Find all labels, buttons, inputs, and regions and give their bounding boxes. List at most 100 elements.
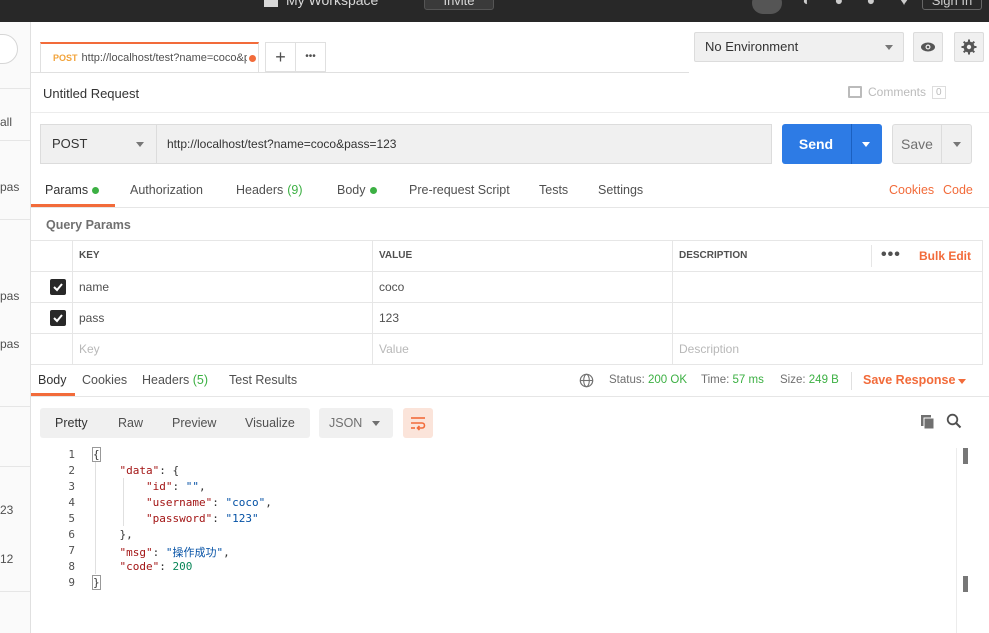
- wrap-lines-button[interactable]: [403, 408, 433, 438]
- response-body-viewer[interactable]: 1 2 3 4 5 6 7 8 9 { "data": { "id": "", …: [31, 447, 956, 598]
- manage-environments-button[interactable]: [954, 32, 984, 62]
- row-checkbox-cell: [31, 272, 72, 302]
- environment-select[interactable]: No Environment: [694, 32, 904, 62]
- tab-headers[interactable]: Headers (9): [236, 183, 303, 197]
- column-header-description: DESCRIPTION ••• Bulk Edit: [672, 241, 983, 271]
- response-tab-headers[interactable]: Headers (5): [142, 373, 208, 387]
- search-icon[interactable]: [946, 413, 962, 429]
- format-preview[interactable]: Preview: [172, 408, 216, 438]
- tab-body-label: Body: [337, 183, 366, 197]
- line-number: 2: [68, 464, 75, 477]
- signin-button[interactable]: Sign In: [922, 0, 982, 10]
- method-selected: POST: [52, 136, 88, 151]
- sidebar-fragment[interactable]: pas: [0, 289, 19, 303]
- more-options-icon[interactable]: •••: [881, 241, 901, 269]
- capture-icon[interactable]: ◐: [796, 0, 818, 12]
- new-tab-button[interactable]: +: [266, 43, 296, 71]
- workspace-switcher[interactable]: My Workspace: [264, 0, 378, 8]
- settings-wrench-icon[interactable]: ●: [828, 0, 850, 12]
- sidebar-divider: [0, 406, 30, 407]
- format-raw[interactable]: Raw: [118, 408, 143, 438]
- environment-quicklook-button[interactable]: [913, 32, 943, 62]
- sidebar-fragment[interactable]: 23: [0, 503, 13, 517]
- tab-tests[interactable]: Tests: [539, 183, 568, 197]
- bulk-edit-link[interactable]: Bulk Edit: [919, 241, 971, 271]
- sidebar-fragment[interactable]: pas: [0, 337, 19, 351]
- tab-more-button[interactable]: •••: [296, 43, 325, 71]
- body-active-dot-icon: [369, 186, 377, 194]
- format-pretty[interactable]: Pretty: [55, 408, 88, 438]
- url-input[interactable]: http://localhost/test?name=coco&pass=123: [156, 124, 772, 164]
- tab-settings[interactable]: Settings: [598, 183, 643, 197]
- param-key[interactable]: name: [72, 272, 372, 302]
- tab-authorization-label: Authorization: [130, 183, 203, 197]
- status-label: Status:: [609, 374, 645, 386]
- sync-icon[interactable]: [752, 0, 782, 14]
- param-value[interactable]: coco: [372, 272, 672, 302]
- status-indicator[interactable]: Status: 200 OK: [609, 374, 687, 386]
- copy-icon[interactable]: [920, 414, 936, 430]
- chevron-down-icon: [136, 142, 144, 147]
- response-tab-body[interactable]: Body: [38, 373, 67, 387]
- scrollbar-marker: [963, 448, 968, 464]
- time-indicator[interactable]: Time: 57 ms: [701, 374, 764, 386]
- header-checkbox-cell: [31, 241, 72, 271]
- format-visualize[interactable]: Visualize: [245, 408, 295, 438]
- tab-params-label: Params: [45, 183, 89, 197]
- response-tab-test-results[interactable]: Test Results: [229, 373, 297, 387]
- chevron-down-icon[interactable]: [958, 379, 966, 384]
- param-description[interactable]: [672, 303, 983, 333]
- language-select[interactable]: JSON: [319, 408, 393, 438]
- tab-headers-count: (9): [287, 183, 303, 197]
- workspace-label: My Workspace: [286, 0, 379, 8]
- send-options-chevron-icon[interactable]: [862, 142, 870, 147]
- comments-button[interactable]: Comments 0: [848, 85, 946, 99]
- param-value[interactable]: 123: [372, 303, 672, 333]
- code-link[interactable]: Code: [943, 183, 973, 197]
- new-description-input[interactable]: Description: [672, 334, 983, 364]
- save-options-chevron-icon[interactable]: [953, 142, 961, 147]
- bulk-divider: [871, 245, 872, 267]
- method-select[interactable]: POST: [40, 124, 156, 164]
- column-header-key: KEY: [72, 241, 372, 271]
- tab-settings-label: Settings: [598, 183, 644, 197]
- tab-params[interactable]: Params: [45, 183, 100, 197]
- send-button[interactable]: Send: [782, 124, 882, 164]
- new-key-input[interactable]: Key: [72, 334, 372, 364]
- sidebar-fragment[interactable]: 12: [0, 552, 13, 566]
- table-row: name coco: [31, 271, 983, 302]
- code-line: "code": 200: [119, 560, 193, 573]
- sidebar-divider: [0, 219, 30, 220]
- request-title[interactable]: Untitled Request: [43, 86, 139, 101]
- sidebar-fragment[interactable]: pas: [0, 180, 19, 194]
- comment-icon: [848, 86, 862, 98]
- new-value-input[interactable]: Value: [372, 334, 672, 364]
- request-tab[interactable]: POST http://localhost/test?name=coco&pas…: [40, 42, 259, 72]
- size-indicator[interactable]: Size: 249 B: [780, 374, 839, 386]
- param-description[interactable]: [672, 272, 983, 302]
- tab-authorization[interactable]: Authorization: [130, 183, 203, 197]
- response-tab-cookies[interactable]: Cookies: [82, 373, 127, 387]
- tab-body[interactable]: Body: [337, 183, 377, 197]
- chevron-down-icon: [885, 45, 893, 50]
- row-checkbox[interactable]: [50, 279, 66, 295]
- sidebar-search[interactable]: [0, 34, 18, 64]
- save-button[interactable]: Save: [892, 124, 972, 164]
- response-scrollbar[interactable]: [956, 448, 972, 633]
- row-checkbox[interactable]: [50, 310, 66, 326]
- cookies-link[interactable]: Cookies: [889, 183, 934, 197]
- tab-divider: [31, 72, 689, 73]
- line-number: 4: [68, 496, 75, 509]
- param-key[interactable]: pass: [72, 303, 372, 333]
- tab-prerequest-script[interactable]: Pre-request Script: [409, 183, 510, 197]
- heart-icon[interactable]: ♥: [893, 0, 915, 12]
- send-divider: [851, 124, 852, 164]
- sidebar-fragment[interactable]: all: [0, 115, 12, 129]
- invite-button[interactable]: Invite: [424, 0, 494, 10]
- notifications-icon[interactable]: ●: [860, 0, 882, 12]
- response-tabs: Body Cookies Headers (5) Test Results: [31, 365, 989, 397]
- save-response-button[interactable]: Save Response: [863, 373, 955, 387]
- response-tab-headers-label: Headers: [142, 373, 190, 387]
- globe-icon[interactable]: [579, 373, 594, 388]
- response-format-group: Pretty Raw Preview Visualize: [40, 408, 310, 438]
